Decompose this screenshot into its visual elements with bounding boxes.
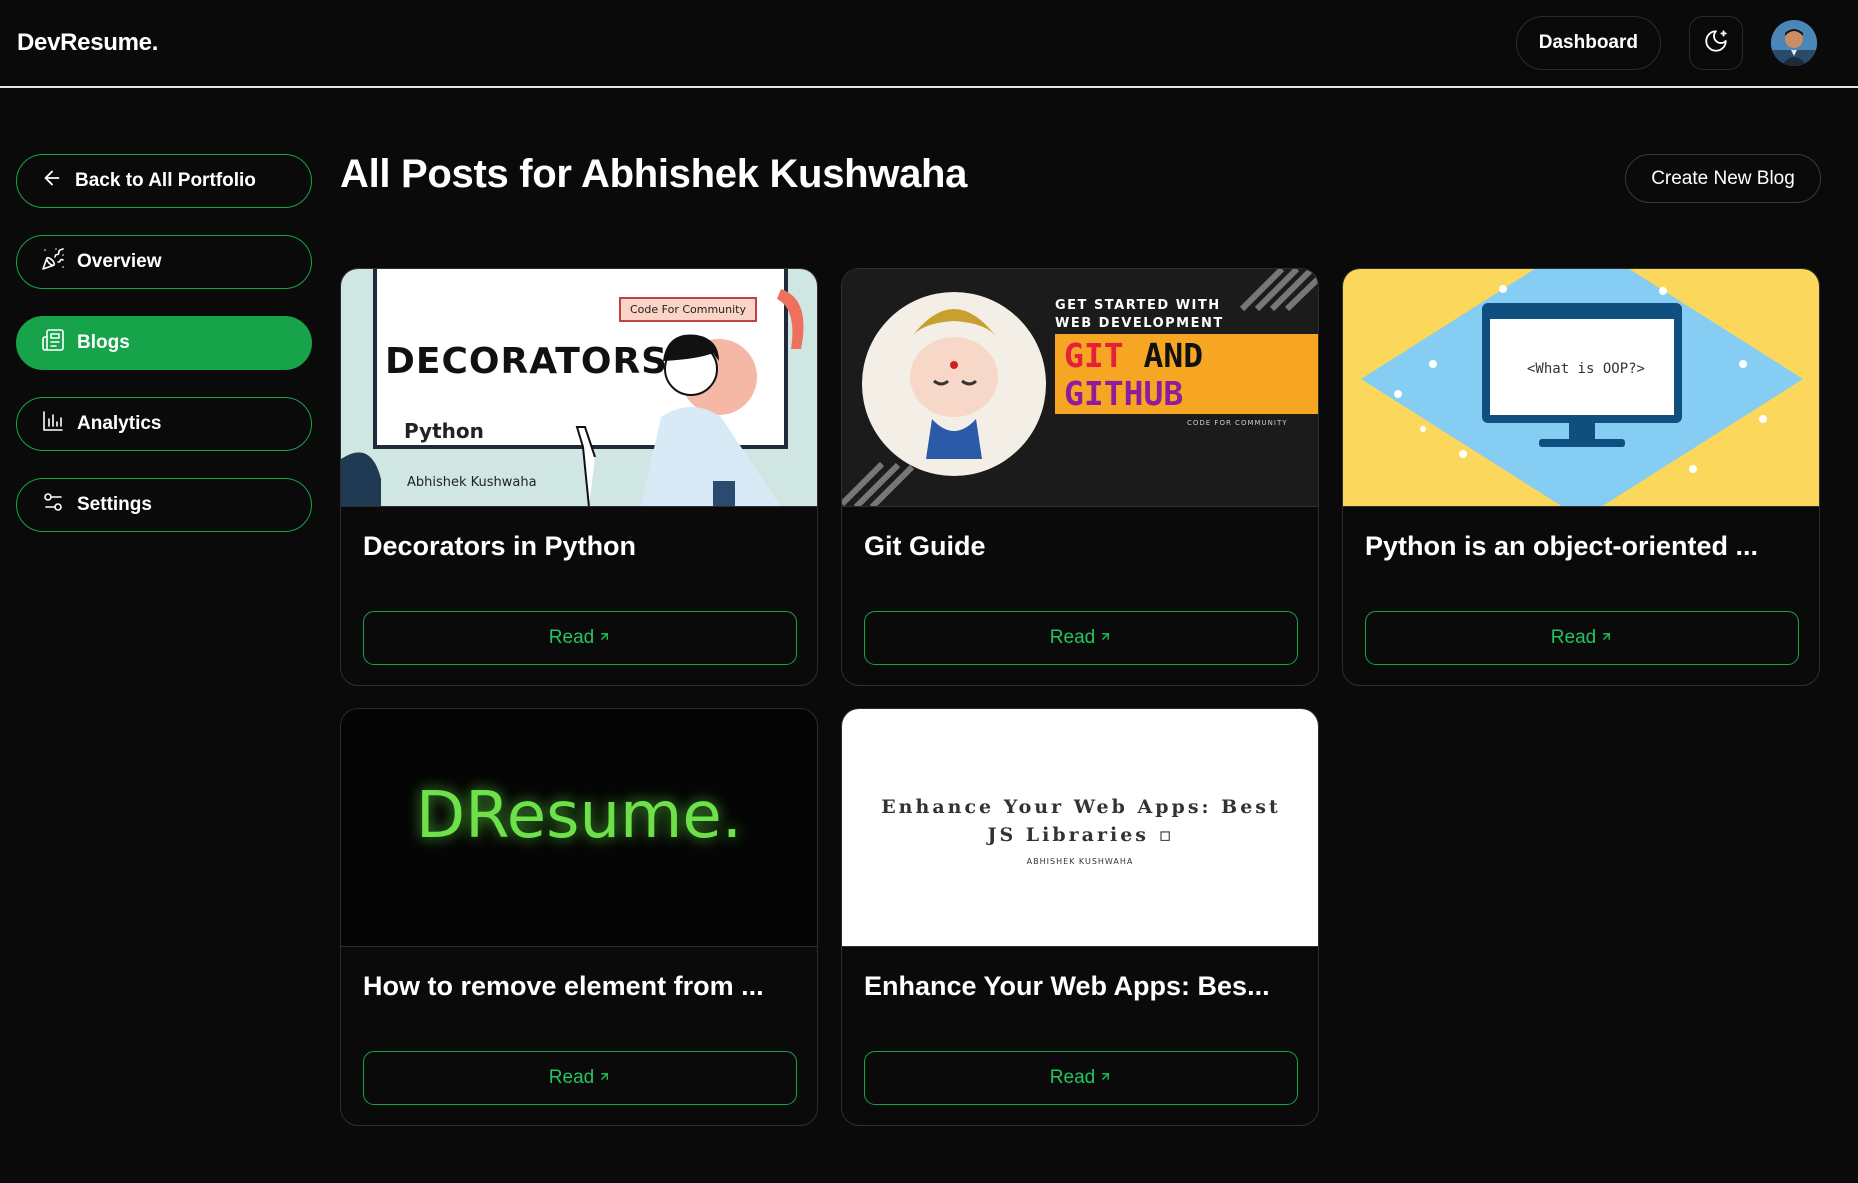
read-button[interactable]: Read [864,611,1298,665]
thumbnail-heading: DECORATORS [385,341,669,382]
sidebar-item-back-to-portfolio[interactable]: Back to All Portfolio [16,154,312,208]
thumbnail-line: GET STARTED WITH [1055,298,1221,313]
sidebar-item-blogs[interactable]: Blogs [16,316,312,370]
create-new-blog-button[interactable]: Create New Blog [1625,154,1821,203]
page-title: All Posts for Abhishek Kushwaha [340,152,968,196]
thumbnail-author: ABHISHEK KUSHWAHA [1026,857,1134,866]
arrow-left-icon [41,167,63,195]
thumbnail-author: Abhishek Kushwaha [407,475,537,490]
thumbnail-heading: GET STARTED WITH WEB DEVELOPMENT [1055,297,1224,333]
read-label: Read [548,627,595,648]
blog-thumbnail: <What is OOP?> [1343,269,1819,507]
bar-chart-icon [41,409,65,439]
blog-card-title: Enhance Your Web Apps: Bes... [864,971,1270,1001]
arrow-up-right-icon [598,1067,611,1089]
thumbnail-line: WEB DEVELOPMENT [1055,316,1224,331]
party-popper-icon [41,247,65,277]
blog-card: GET STARTED WITH WEB DEVELOPMENT GIT AND G… [841,268,1319,686]
thumbnail-title: GIT AND GITHUB [1064,337,1203,413]
arrow-up-right-icon [1099,1067,1112,1089]
thumbnail-word: GIT [1064,336,1124,375]
arrow-up-right-icon [1099,627,1112,649]
thumbnail-word: GITHUB [1064,374,1184,413]
blog-thumbnail: Code For Community DECORATORS Python Abh… [341,269,817,507]
blog-card: <What is OOP?> Python is an object-orien… [1342,268,1820,686]
thumbnail-badge: Code For Community [619,297,758,322]
blog-thumbnail: DResume. [341,709,817,947]
blog-thumbnail: Enhance Your Web Apps: Best JS Libraries… [842,709,1318,947]
read-button[interactable]: Read [363,611,797,665]
sidebar-item-label: Analytics [77,413,162,434]
theme-toggle-button[interactable] [1689,16,1743,70]
thumbnail-footer: CODE FOR COMMUNITY [1187,419,1288,427]
blog-thumbnail: GET STARTED WITH WEB DEVELOPMENT GIT AND G… [842,269,1318,507]
read-label: Read [1049,627,1096,648]
sidebar-item-label: Overview [77,251,162,272]
read-button[interactable]: Read [864,1051,1298,1105]
read-button[interactable]: Read [363,1051,797,1105]
read-label: Read [1550,627,1597,648]
blog-card: Code For Community DECORATORS Python Abh… [340,268,818,686]
thumbnail-word: AND [1143,336,1204,375]
sidebar-item-label: Settings [77,494,152,515]
newspaper-icon [41,328,65,358]
read-label: Read [548,1067,595,1088]
sliders-icon [41,490,65,520]
top-actions: Dashboard [1515,16,1841,70]
sidebar-item-settings[interactable]: Settings [16,478,312,532]
sidebar-item-analytics[interactable]: Analytics [16,397,312,451]
avatar[interactable] [1771,20,1817,66]
blog-card-title: Decorators in Python [363,531,637,561]
monitor-graphic [1361,269,1803,506]
read-label: Read [1049,1067,1096,1088]
blog-card-title: How to remove element from ... [363,971,764,1001]
read-button[interactable]: Read [1365,611,1799,665]
sidebar: Back to All Portfolio Overview Blogs Ana… [16,154,312,559]
thumbnail-heading: Enhance Your Web Apps: Best JS Libraries… [881,796,1281,846]
sidebar-item-overview[interactable]: Overview [16,235,312,289]
blog-card: Enhance Your Web Apps: Best JS Libraries… [841,708,1319,1126]
sidebar-item-label: Blogs [77,332,130,353]
blog-card-title: Python is an object-oriented ... [1365,531,1759,561]
thumbnail-subheading: Python [404,419,484,443]
blog-card: DResume. How to remove element from ... … [340,708,818,1126]
thumbnail-screen-text: <What is OOP?> [1526,361,1645,377]
arrow-up-right-icon [598,627,611,649]
sidebar-item-label: Back to All Portfolio [75,170,256,191]
arrow-up-right-icon [1600,627,1613,649]
moon-icon [1703,28,1729,59]
blog-card-title: Git Guide [864,531,986,561]
dashboard-button[interactable]: Dashboard [1515,16,1661,70]
brand-logo[interactable]: DevResume. [17,29,158,57]
top-navbar: DevResume. Dashboard [0,0,1858,88]
thumbnail-logo: DResume. [415,779,743,853]
